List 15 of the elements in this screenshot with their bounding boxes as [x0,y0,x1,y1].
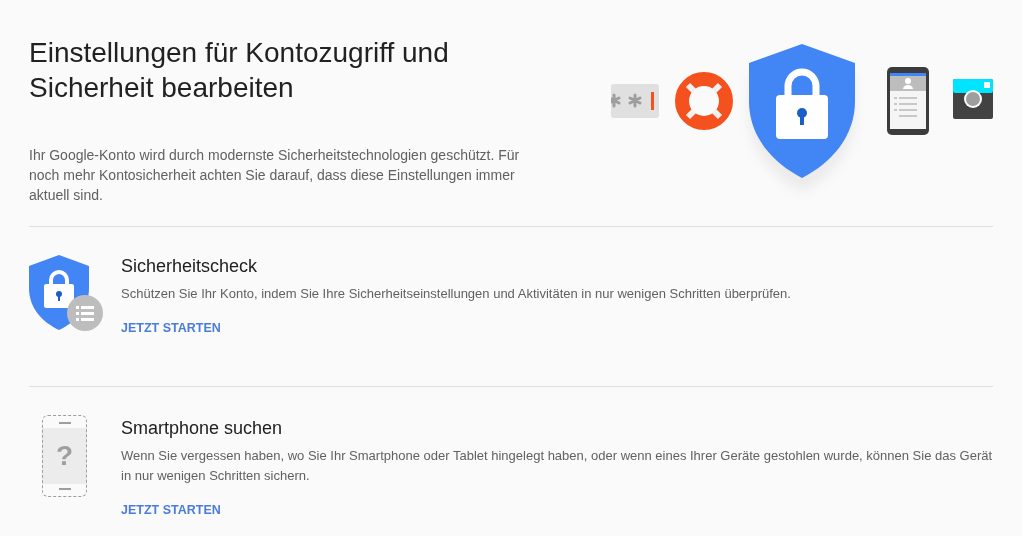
camera-icon [953,79,993,119]
page-description: Ihr Google-Konto wird durch modernste Sicherheitstechnologien geschützt. Für noch mehr Kontosicherheit achten Sie darauf, dass diese Einstellungen immer aktuell sind. [29,146,521,205]
start-link[interactable]: JETZT STARTEN [121,502,221,518]
section-description: Wenn Sie vergessen haben, wo Sie Ihr Smartphone oder Tablet hingelegt haben, oder wenn eines Ihrer Geräte gestohlen wurde, können Sie das Gerät in nur wenigen Schritten sichern. [121,447,993,485]
password-field-icon [611,84,659,118]
phone-icon [887,67,929,135]
section-title: Smartphone suchen [121,417,284,439]
start-link[interactable]: JETZT STARTEN [121,320,221,336]
shield-checklist-icon [29,255,103,331]
section-description: Schützen Sie Ihr Konto, indem Sie Ihre Sicherheitseinstellungen und Aktivitäten in nur wenigen Schritten überprüfen. [121,285,792,303]
section-title: Sicherheitscheck [121,255,259,277]
shield-lock-icon [749,44,855,178]
missing-phone-icon: ? [42,415,87,497]
lifebuoy-icon [675,72,733,130]
page-title: Einstellungen für Kontozugriff und Sicherheit bearbeiten [29,36,450,105]
